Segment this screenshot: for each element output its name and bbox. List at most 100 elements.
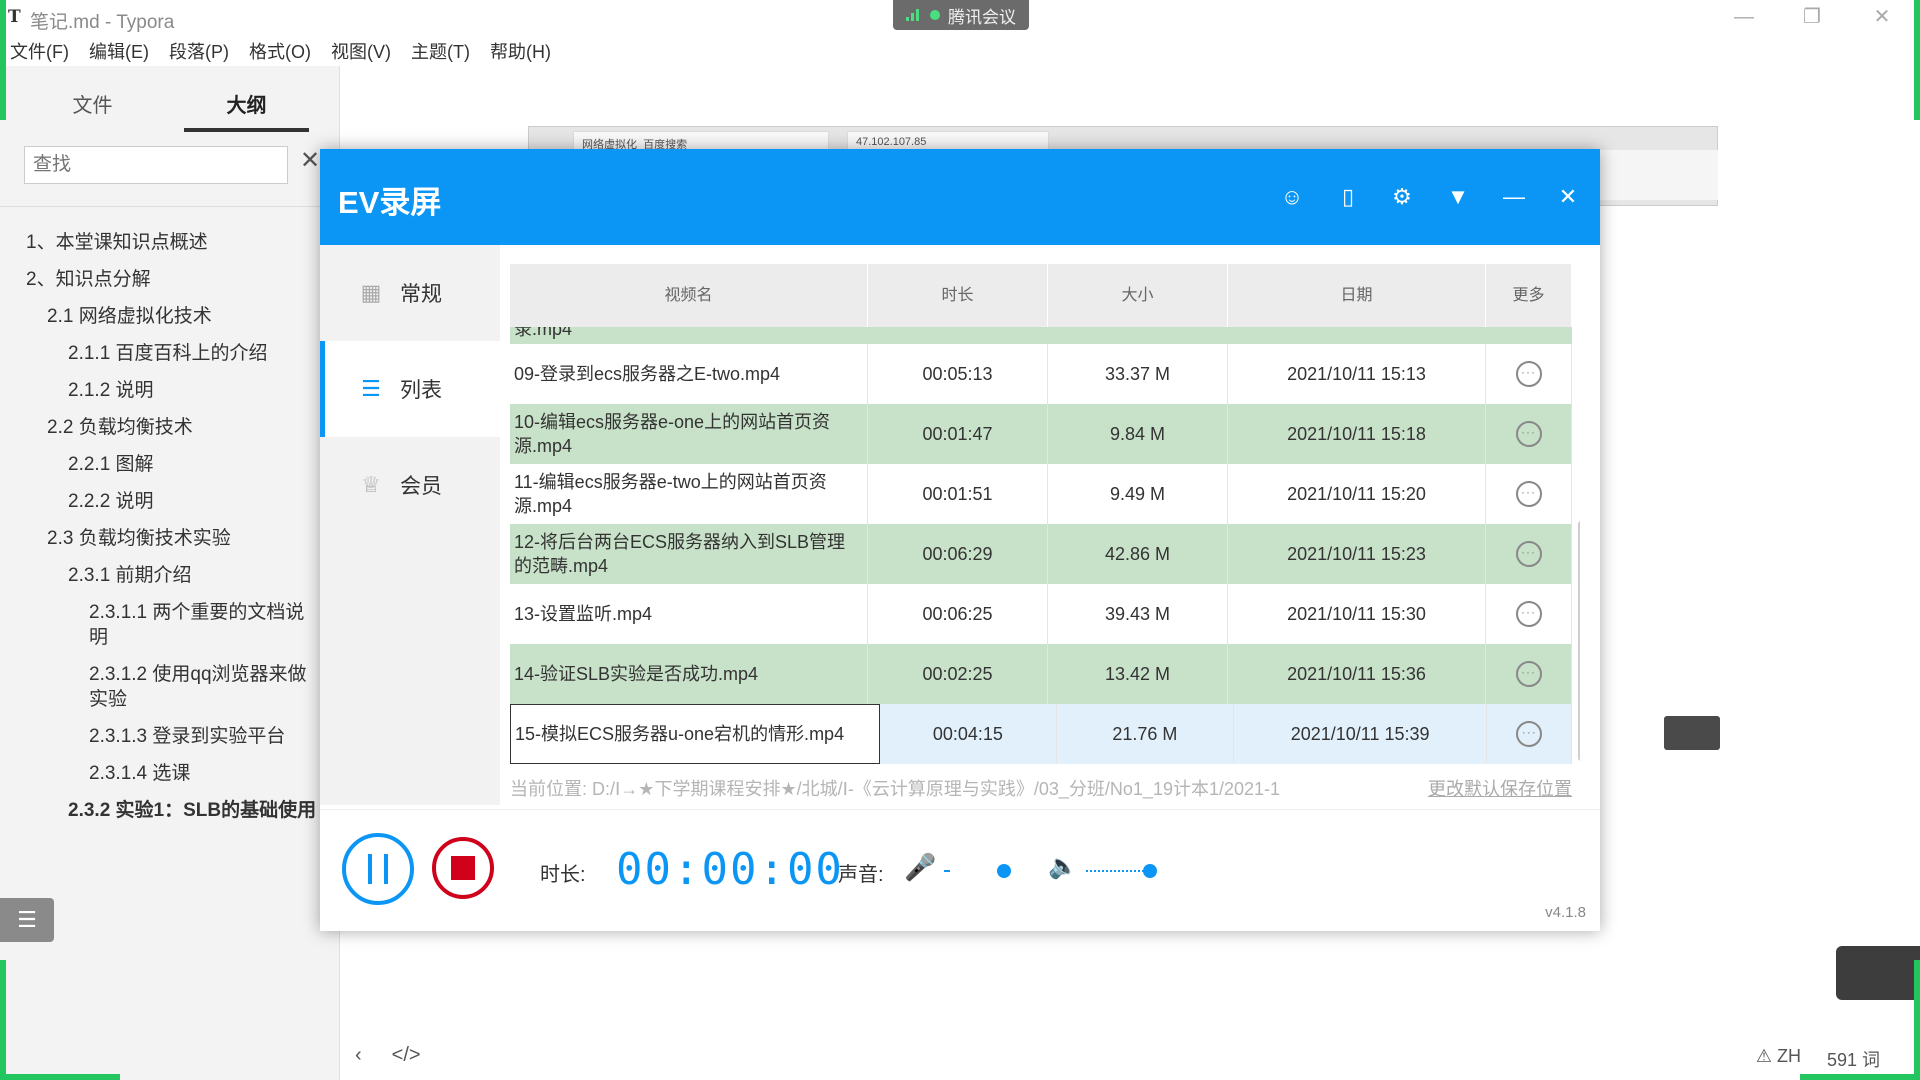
more-options-icon[interactable]: ···	[1515, 661, 1542, 687]
more-cell: ···	[1486, 404, 1572, 464]
more-options-icon[interactable]: ···	[1516, 721, 1543, 747]
outline-item[interactable]: 2.3.1 前期介绍	[0, 557, 320, 594]
outline-item[interactable]: 2.3 负载均衡技术实验	[0, 520, 320, 557]
menu-bar: 文件(F) 编辑(E) 段落(P) 格式(O) 视图(V) 主题(T) 帮助(H…	[0, 34, 561, 66]
word-count[interactable]: 591 词	[1827, 1046, 1880, 1072]
video-name: 09-登录到ecs服务器之E-two.mp4	[510, 344, 868, 404]
outline-item[interactable]: 2.2.1 图解	[0, 446, 320, 483]
more-options-icon[interactable]: ···	[1515, 481, 1542, 507]
browser-toolbar-right	[1600, 150, 1718, 200]
nav-general-label: 常规	[400, 283, 442, 306]
outline-item[interactable]: 2.1.1 百度百科上的介绍	[0, 335, 320, 372]
menu-help[interactable]: 帮助(H)	[480, 34, 561, 66]
more-options-icon[interactable]: ···	[1515, 541, 1542, 567]
source-code-icon[interactable]: </>	[392, 1044, 421, 1067]
video-size: 33.37 M	[1048, 344, 1228, 404]
stop-button[interactable]	[432, 837, 494, 899]
outline-item[interactable]: 2、知识点分解	[0, 261, 320, 298]
nav-general[interactable]: ▦ 常规	[320, 245, 500, 341]
close-button[interactable]: ✕	[1852, 2, 1912, 32]
video-name: 10-编辑ecs服务器e-one上的网站首页资源.mp4	[510, 404, 868, 464]
video-date: 2021/10/11 15:13	[1228, 344, 1486, 404]
bottom-nav: ‹ </>	[355, 1044, 421, 1067]
outline-item[interactable]: 2.3.1.2 使用qq浏览器来做实验	[0, 656, 320, 718]
menu-paragraph[interactable]: 段落(P)	[159, 34, 239, 66]
table-row[interactable]: 10-编辑ecs服务器e-one上的网站首页资源.mp4 00:01:47 9.84…	[510, 404, 1572, 464]
outline-item[interactable]: 2.2 负载均衡技术	[0, 409, 320, 446]
table-row[interactable]: 09-登录到ecs服务器之E-two.mp4 00:05:13 33.37 M 202…	[510, 344, 1572, 404]
gear-icon[interactable]: ⚙	[1388, 183, 1416, 211]
menu-format[interactable]: 格式(O)	[239, 34, 321, 66]
dropdown-icon[interactable]: ▼	[1444, 183, 1472, 211]
user-icon[interactable]: ☺	[1278, 183, 1306, 211]
minimize-icon[interactable]: —	[1500, 183, 1528, 211]
tab-outline[interactable]: 大纲	[184, 86, 309, 132]
scrollbar[interactable]	[1578, 521, 1580, 761]
more-cell: ···	[1487, 704, 1572, 764]
share-border-bottom-left-h	[0, 1074, 120, 1080]
video-size: 9.49 M	[1048, 464, 1228, 524]
save-path: 当前位置: D:/Ⅰ→★下学期课程安排★/北城/Ⅰ-《云计算原理与实践》/03_…	[510, 775, 1580, 801]
outline-item[interactable]: 2.1 网络虚拟化技术	[0, 298, 320, 335]
minimize-button[interactable]: —	[1714, 2, 1774, 32]
more-options-icon[interactable]: ···	[1515, 601, 1542, 627]
close-icon[interactable]: ✕	[1554, 183, 1582, 211]
table-row[interactable]: 14-验证SLB实验是否成功.mp4 00:02:25 13.42 M 2021/10…	[510, 644, 1572, 704]
outline-search-input[interactable]	[24, 146, 288, 184]
mic-muted-widget[interactable]	[1836, 946, 1920, 1000]
col-duration[interactable]: 时长	[868, 264, 1048, 327]
speaker-volume-slider[interactable]	[1086, 870, 1150, 872]
pause-button[interactable]	[342, 833, 414, 905]
mic-volume-knob[interactable]	[997, 864, 1011, 878]
nav-list[interactable]: ☰ 列表	[320, 341, 500, 437]
video-size: 21.76 M	[1057, 704, 1234, 764]
outline-item[interactable]: 2.1.2 说明	[0, 372, 320, 409]
chevron-left-icon[interactable]: ‹	[355, 1044, 362, 1067]
menu-view[interactable]: 视图(V)	[321, 34, 401, 66]
more-options-icon[interactable]: ···	[1515, 421, 1542, 447]
speaker-icon[interactable]: 🔈	[1048, 852, 1078, 881]
microphone-icon[interactable]: 🎤	[904, 852, 936, 883]
menu-file[interactable]: 文件(F)	[0, 34, 79, 66]
warning-icon[interactable]: ⚠ ZH	[1756, 1046, 1801, 1072]
video-date: 2021/10/11 15:18	[1228, 404, 1486, 464]
outline-list: 1、本堂课知识点概述 2、知识点分解 2.1 网络虚拟化技术 2.1.1 百度百科上的…	[0, 224, 320, 829]
menu-theme[interactable]: 主题(T)	[401, 34, 480, 66]
outline-toggle-icon[interactable]: ☰	[0, 898, 54, 942]
table-row-partial[interactable]: 录.mp4	[510, 327, 1572, 344]
speaker-volume-knob[interactable]	[1143, 864, 1157, 878]
nav-member[interactable]: ♕ 会员	[320, 437, 500, 533]
mic-volume-slider[interactable]	[944, 870, 950, 872]
close-icon[interactable]: ✕	[300, 146, 320, 175]
more-cell: ···	[1486, 644, 1572, 704]
outline-item[interactable]: 2.3.2 实验1：SLB的基础使用	[0, 792, 320, 829]
table-row[interactable]: 11-编辑ecs服务器e-two上的网站首页资源.mp4 00:01:51 9.49…	[510, 464, 1572, 524]
save-path-text: 当前位置: D:/Ⅰ→★下学期课程安排★/北城/Ⅰ-《云计算原理与实践》/03_…	[510, 779, 1281, 799]
more-options-icon[interactable]: ···	[1515, 361, 1542, 387]
video-duration: 00:06:29	[868, 524, 1048, 584]
restore-button[interactable]: ❐	[1782, 2, 1842, 32]
change-path-link[interactable]: 更改默认保存位置	[1424, 775, 1572, 801]
table-row[interactable]: 13-设置监听.mp4 00:06:25 39.43 M 2021/10/11 15:…	[510, 584, 1572, 644]
ev-title: EV录屏	[338, 185, 442, 220]
table-row[interactable]: 15-模拟ECS服务器u-one宕机的情形.mp4 00:04:15 21.76 M…	[510, 704, 1572, 764]
video-size: 39.43 M	[1048, 584, 1228, 644]
col-date[interactable]: 日期	[1228, 264, 1486, 327]
video-thumbnail-widget[interactable]	[1664, 716, 1720, 750]
video-date: 2021/10/11 15:30	[1228, 584, 1486, 644]
tab-files[interactable]: 文件	[30, 86, 155, 132]
col-name[interactable]: 视频名	[510, 264, 868, 327]
outline-item[interactable]: 2.3.1.3 登录到实验平台	[0, 718, 320, 755]
tencent-meeting-tag[interactable]: 腾讯会议	[893, 0, 1029, 30]
outline-item[interactable]: 2.3.1.4 选课	[0, 755, 320, 792]
duration-label: 时长:	[540, 864, 586, 886]
table-row[interactable]: 12-将后台两台ECS服务器纳入到SLB管理的范畴.mp4 00:06:29 42.…	[510, 524, 1572, 584]
col-size[interactable]: 大小	[1048, 264, 1228, 327]
share-border-top-right	[1914, 0, 1920, 120]
mobile-icon[interactable]: ▯	[1334, 183, 1362, 211]
divider	[0, 206, 340, 207]
menu-edit[interactable]: 编辑(E)	[79, 34, 159, 66]
outline-item[interactable]: 2.2.2 说明	[0, 483, 320, 520]
outline-item[interactable]: 2.3.1.1 两个重要的文档说明	[0, 594, 320, 656]
outline-item[interactable]: 1、本堂课知识点概述	[0, 224, 320, 261]
